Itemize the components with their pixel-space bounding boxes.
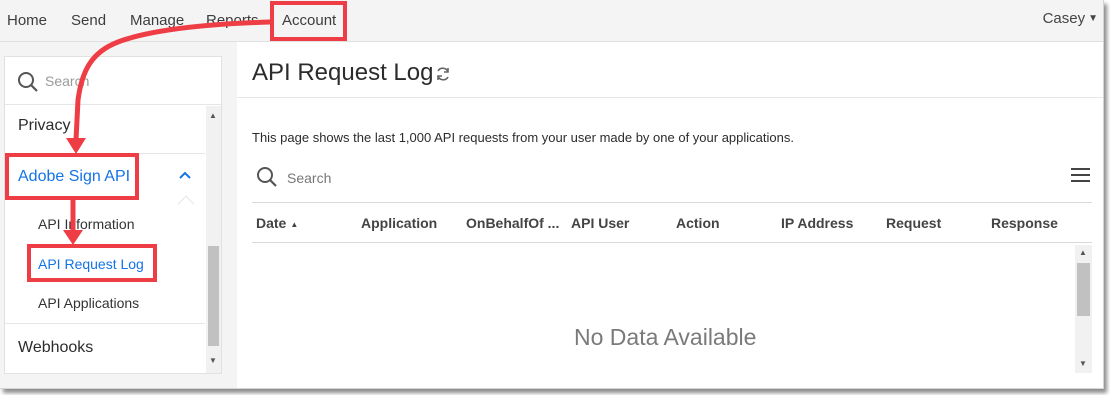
nav-account[interactable]: Account xyxy=(282,0,336,42)
column-header-application[interactable]: Application xyxy=(361,215,437,231)
sidebar-scrollbar[interactable]: ▲ ▼ xyxy=(206,106,221,373)
scroll-down-icon[interactable]: ▼ xyxy=(209,356,217,365)
page-title: API Request Log xyxy=(252,59,434,86)
app-window: Home Send Manage Reports Account Casey ▼ … xyxy=(0,0,1104,389)
sidebar-subitem-api-information[interactable]: API Information xyxy=(38,216,135,232)
caret-down-icon: ▼ xyxy=(1088,13,1098,24)
column-header-request[interactable]: Request xyxy=(886,215,941,231)
search-icon xyxy=(17,71,39,98)
sort-ascending-icon: ▲ xyxy=(290,220,299,229)
user-menu[interactable]: Casey ▼ xyxy=(1043,10,1098,27)
sidebar-search-placeholder: Search xyxy=(45,73,90,89)
user-name: Casey xyxy=(1042,10,1086,27)
column-header-action[interactable]: Action xyxy=(676,215,720,231)
column-header-response[interactable]: Response xyxy=(991,215,1058,231)
column-header-date[interactable]: Date ▲ xyxy=(256,215,298,231)
chevron-up-icon xyxy=(179,168,191,182)
sidebar-item-adobe-sign-api[interactable]: Adobe Sign API xyxy=(5,154,205,202)
sidebar-subitem-api-request-log[interactable]: API Request Log xyxy=(38,256,144,272)
nav-send[interactable]: Send xyxy=(71,0,106,42)
scroll-up-icon[interactable]: ▲ xyxy=(209,111,217,120)
column-header-ip-address[interactable]: IP Address xyxy=(781,215,853,231)
column-header-onbehalfof[interactable]: OnBehalfOf ... xyxy=(466,215,559,231)
sidebar-list: Privacy Adobe Sign API API Information A… xyxy=(5,106,205,373)
search-icon xyxy=(256,166,278,193)
empty-state-text: No Data Available xyxy=(574,324,757,350)
page-description: This page shows the last 1,000 API reque… xyxy=(252,130,794,145)
refresh-icon[interactable] xyxy=(435,66,451,87)
table-scrollbar[interactable]: ▲ ▼ xyxy=(1075,245,1092,373)
divider xyxy=(252,242,1092,243)
scroll-up-icon[interactable]: ▲ xyxy=(1079,248,1087,257)
main-panel: API Request Log This page shows the last… xyxy=(237,42,1103,388)
divider xyxy=(237,97,1103,98)
column-menu-icon[interactable] xyxy=(1071,167,1091,183)
sidebar-item-label: Adobe Sign API xyxy=(18,168,131,185)
search-input[interactable] xyxy=(287,167,687,189)
column-header-api-user[interactable]: API User xyxy=(571,215,629,231)
sidebar: Search Privacy Adobe Sign API API Inform… xyxy=(4,56,222,374)
divider xyxy=(252,202,1092,203)
sidebar-item-label: Privacy xyxy=(18,117,71,134)
nav-home[interactable]: Home xyxy=(7,0,47,42)
sidebar-item-privacy[interactable]: Privacy xyxy=(5,106,205,154)
sidebar-search[interactable]: Search xyxy=(5,57,221,105)
nav-manage[interactable]: Manage xyxy=(130,0,184,42)
sidebar-item-webhooks[interactable]: Webhooks xyxy=(5,323,205,373)
top-nav: Home Send Manage Reports Account Casey ▼ xyxy=(0,0,1103,42)
sidebar-subitem-api-applications[interactable]: API Applications xyxy=(38,295,139,311)
column-header-label: Date xyxy=(256,215,287,231)
sidebar-item-label: Webhooks xyxy=(18,339,94,356)
scroll-down-icon[interactable]: ▼ xyxy=(1079,359,1087,368)
scrollbar-thumb[interactable] xyxy=(208,246,219,346)
nav-reports[interactable]: Reports xyxy=(206,0,259,42)
scrollbar-thumb[interactable] xyxy=(1077,263,1090,316)
